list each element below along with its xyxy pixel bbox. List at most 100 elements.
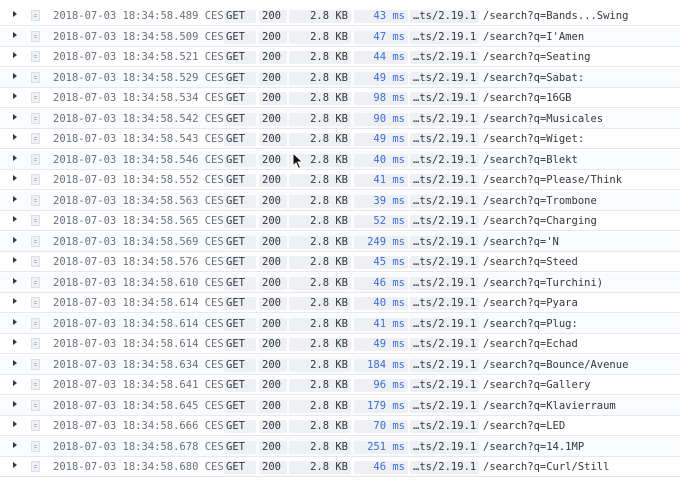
timestamp: 2018-07-03 18:34:58.542 CEST <box>53 112 231 125</box>
status-code: 200 <box>259 317 287 331</box>
chevron-right-icon[interactable] <box>13 93 17 99</box>
chevron-right-icon[interactable] <box>13 339 17 345</box>
response-size: 2.8 KB <box>289 30 351 44</box>
document-icon[interactable] <box>31 92 40 103</box>
http-method: GET <box>224 461 256 474</box>
log-row[interactable]: 2018-07-03 18:34:58.489 CEST GET 200 2.8 KB… <box>0 6 680 26</box>
chevron-right-icon[interactable] <box>13 31 17 38</box>
log-row[interactable]: 2018-07-03 18:34:58.645 CEST GET 200 2.8 KB… <box>0 395 680 416</box>
chevron-right-icon[interactable] <box>13 359 17 366</box>
document-icon[interactable] <box>31 338 40 349</box>
log-row[interactable]: 2018-07-03 18:34:58.552 CEST GET 200 2.8 KB… <box>0 170 680 190</box>
log-row[interactable]: 2018-07-03 18:34:58.641 CEST GET 200 2.8 KB… <box>0 375 680 395</box>
chevron-right-icon[interactable] <box>13 462 17 468</box>
chevron-right-icon[interactable] <box>13 318 17 325</box>
chevron-right-icon[interactable] <box>13 380 17 386</box>
log-row[interactable]: 2018-07-03 18:34:58.678 CEST GET 200 2.8 KB… <box>0 436 680 457</box>
document-icon[interactable] <box>31 153 40 165</box>
chevron-right-icon[interactable] <box>13 400 17 407</box>
chevron-right-icon[interactable] <box>13 441 17 448</box>
log-row[interactable]: 2018-07-03 18:34:58.634 CEST GET 200 2.8 KB… <box>0 354 680 375</box>
status-code: 200 <box>259 10 287 23</box>
log-row[interactable]: 2018-07-03 18:34:58.614 CEST GET 200 2.8 KB… <box>0 293 680 313</box>
timestamp: 2018-07-03 18:34:58.614 CEST <box>53 317 231 330</box>
timestamp: 2018-07-03 18:34:58.680 CEST <box>53 461 231 473</box>
chevron-right-icon[interactable] <box>13 236 17 243</box>
user-agent: …ts/2.19.1 <box>410 10 479 23</box>
document-icon[interactable] <box>31 256 40 267</box>
status-code: 200 <box>259 51 287 64</box>
document-icon[interactable] <box>31 194 40 206</box>
log-row[interactable]: 2018-07-03 18:34:58.610 CEST GET 200 2.8 KB… <box>0 272 680 293</box>
http-method: GET <box>224 92 256 105</box>
document-icon[interactable] <box>31 399 40 411</box>
document-icon[interactable] <box>31 174 40 185</box>
status-code: 200 <box>259 256 287 269</box>
log-row[interactable]: 2018-07-03 18:34:58.614 CEST GET 200 2.8 KB… <box>0 313 680 334</box>
document-icon[interactable] <box>31 112 40 124</box>
chevron-right-icon[interactable] <box>13 277 17 284</box>
duration: 49 ms <box>354 338 408 351</box>
chevron-right-icon[interactable] <box>13 421 17 427</box>
log-row[interactable]: 2018-07-03 18:34:58.569 CEST GET 200 2.8 KB… <box>0 231 680 252</box>
chevron-right-icon[interactable] <box>13 113 17 120</box>
document-icon[interactable] <box>31 358 40 370</box>
chevron-right-icon[interactable] <box>13 257 17 263</box>
document-icon[interactable] <box>31 133 40 144</box>
document-icon[interactable] <box>31 297 40 308</box>
user-agent: …ts/2.19.1 <box>410 256 479 269</box>
response-size: 2.8 KB <box>289 440 351 454</box>
document-icon[interactable] <box>31 10 40 21</box>
log-row[interactable]: 2018-07-03 18:34:58.509 CEST GET 200 2.8 KB… <box>0 26 680 47</box>
status-code: 200 <box>259 235 287 249</box>
log-row[interactable]: 2018-07-03 18:34:58.614 CEST GET 200 2.8 KB… <box>0 334 680 354</box>
document-icon[interactable] <box>31 420 40 431</box>
log-row[interactable]: 2018-07-03 18:34:58.546 CEST GET 200 2.8 KB… <box>0 149 680 170</box>
http-method: GET <box>224 297 256 310</box>
log-row[interactable]: 2018-07-03 18:34:58.565 CEST GET 200 2.8 KB… <box>0 211 680 231</box>
chevron-right-icon[interactable] <box>13 216 17 222</box>
chevron-right-icon[interactable] <box>13 134 17 140</box>
document-icon[interactable] <box>31 440 40 452</box>
log-row[interactable]: 2018-07-03 18:34:58.680 CEST GET 200 2.8 KB… <box>0 457 680 477</box>
document-icon[interactable] <box>31 317 40 329</box>
response-size: 2.8 KB <box>289 420 351 433</box>
duration: 41 ms <box>354 317 408 331</box>
duration: 49 ms <box>354 133 408 146</box>
timestamp: 2018-07-03 18:34:58.529 CEST <box>53 71 231 84</box>
log-row[interactable]: 2018-07-03 18:34:58.666 CEST GET 200 2.8 KB… <box>0 416 680 436</box>
document-icon[interactable] <box>31 215 40 226</box>
response-size: 2.8 KB <box>289 276 351 290</box>
chevron-right-icon[interactable] <box>13 298 17 304</box>
status-code: 200 <box>259 297 287 310</box>
status-code: 200 <box>259 379 287 392</box>
log-row[interactable]: 2018-07-03 18:34:58.576 CEST GET 200 2.8 KB… <box>0 252 680 272</box>
document-icon[interactable] <box>31 379 40 390</box>
duration: 47 ms <box>354 30 408 44</box>
log-row[interactable]: 2018-07-03 18:34:58.534 CEST GET 200 2.8 KB… <box>0 88 680 108</box>
document-icon[interactable] <box>31 71 40 83</box>
http-method: GET <box>224 51 256 64</box>
timestamp: 2018-07-03 18:34:58.543 CEST <box>53 133 231 145</box>
chevron-right-icon[interactable] <box>13 195 17 202</box>
document-icon[interactable] <box>31 461 40 472</box>
timestamp: 2018-07-03 18:34:58.614 CEST <box>53 338 231 350</box>
chevron-right-icon[interactable] <box>13 11 17 17</box>
user-agent: …ts/2.19.1 <box>410 194 479 208</box>
document-icon[interactable] <box>31 51 40 62</box>
log-row[interactable]: 2018-07-03 18:34:58.529 CEST GET 200 2.8 KB… <box>0 67 680 88</box>
document-icon[interactable] <box>31 30 40 42</box>
chevron-right-icon[interactable] <box>13 175 17 181</box>
document-icon[interactable] <box>31 276 40 288</box>
chevron-right-icon[interactable] <box>13 72 17 79</box>
log-row[interactable]: 2018-07-03 18:34:58.563 CEST GET 200 2.8 KB… <box>0 190 680 211</box>
document-icon[interactable] <box>31 235 40 247</box>
log-row[interactable]: 2018-07-03 18:34:58.542 CEST GET 200 2.8 KB… <box>0 108 680 129</box>
chevron-right-icon[interactable] <box>13 52 17 58</box>
request-url: /search?q=I'Amen <box>483 30 585 43</box>
request-url: /search?q=Blekt <box>483 153 578 166</box>
log-row[interactable]: 2018-07-03 18:34:58.543 CEST GET 200 2.8 KB… <box>0 129 680 149</box>
chevron-right-icon[interactable] <box>13 154 17 161</box>
request-url: /search?q='N <box>483 235 559 248</box>
log-row[interactable]: 2018-07-03 18:34:58.521 CEST GET 200 2.8 KB… <box>0 47 680 67</box>
